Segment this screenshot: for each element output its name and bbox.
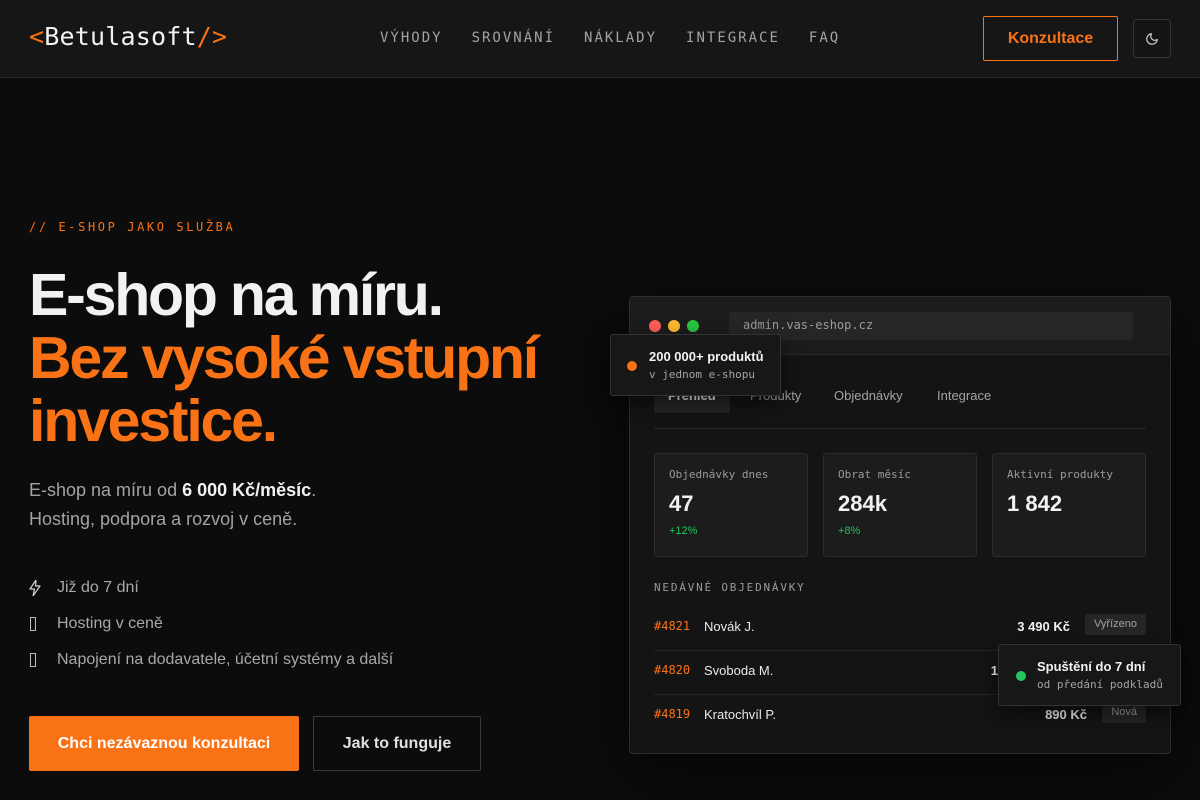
nav-link-srovnani[interactable]: SROVNÁNÍ (472, 30, 555, 46)
products-toast: 200 000+ produktů v jednom e-shopu (610, 334, 781, 396)
order-id: #4819 (654, 707, 691, 721)
top-navbar: <Betulasoft/> VÝHODY SROVNÁNÍ NÁKLADY IN… (0, 0, 1200, 78)
recent-orders-title: NEDÁVNÉ OBJEDNÁVKY (654, 581, 806, 594)
toast-subtitle: v jednom e-shopu (649, 368, 755, 381)
order-customer: Kratochvíl P. (704, 707, 777, 722)
stat-value: 1 842 (1007, 491, 1063, 516)
nav-link-naklady[interactable]: NÁKLADY (584, 30, 657, 46)
stat-card-orders-today: Objednávky dnes 47 +12% (654, 453, 808, 557)
theme-toggle-button[interactable] (1133, 19, 1171, 58)
feature-item: Napojení na dodavatele, účetní systémy a… (29, 642, 393, 678)
logo[interactable]: <Betulasoft/> (29, 22, 227, 51)
logo-open-bracket: < (29, 22, 45, 51)
status-dot (627, 361, 637, 371)
order-id: #4821 (654, 619, 691, 633)
stat-value: 47 (669, 491, 694, 516)
moon-icon (1146, 32, 1158, 45)
order-amount: 1 (990, 663, 998, 678)
free-consultation-button[interactable]: Chci nezávaznou konzultaci (29, 716, 299, 771)
window-close-dot (649, 320, 661, 332)
launch-toast: Spuštění do 7 dní od předání podkladů (998, 644, 1181, 706)
stat-value: 284k (838, 491, 887, 516)
stat-label: Obrat měsíc (838, 468, 911, 481)
subtitle-prefix: E-shop na míru od (29, 480, 183, 500)
hero-title-line-1: E-shop na míru. (29, 262, 444, 328)
tab-objednavky[interactable]: Objednávky (820, 381, 917, 413)
hero-title-line-2: Bez vysoké vstupní (29, 325, 539, 391)
status-badge: Vyřízeno (1084, 614, 1146, 635)
order-id: #4820 (654, 663, 691, 677)
nav-link-faq[interactable]: FAQ (809, 30, 840, 46)
order-amount: 3 490 Kč (1017, 619, 1070, 634)
order-customer: Svoboda M. (704, 663, 774, 678)
feature-item: Hosting v ceně (29, 606, 393, 642)
order-customer: Novák J. (704, 619, 755, 634)
stat-delta: +8% (838, 525, 861, 537)
tab-integrace[interactable]: Integrace (923, 381, 1005, 413)
hero-eyebrow: // E-SHOP JAKO SLUŽBA (29, 220, 236, 234)
order-amount: 890 Kč (1045, 707, 1087, 722)
address-bar[interactable]: admin.vas-eshop.cz (729, 312, 1133, 340)
box-icon (29, 653, 57, 667)
lightning-icon (29, 580, 57, 596)
feature-item: Již do 7 dní (29, 570, 393, 606)
toast-title: Spuštění do 7 dní (1037, 659, 1146, 674)
stat-label: Aktivní produkty (1007, 468, 1113, 481)
stat-card-active-products: Aktivní produkty 1 842 (992, 453, 1146, 557)
stat-delta: +12% (669, 525, 698, 537)
hero-title: E-shop na míru. Bez vysoké vstupní inves… (29, 262, 539, 454)
subtitle-line-2: Hosting, podpora a rozvoj v ceně. (29, 509, 298, 529)
main-nav: VÝHODY SROVNÁNÍ NÁKLADY INTEGRACE FAQ (380, 30, 840, 46)
subtitle-suffix: . (311, 480, 317, 500)
feature-label: Již do 7 dní (57, 579, 139, 596)
nav-link-vyhody[interactable]: VÝHODY (380, 30, 443, 46)
window-minimize-dot (668, 320, 680, 332)
toast-subtitle: od předání podkladů (1037, 678, 1163, 691)
feature-label: Napojení na dodavatele, účetní systémy a… (57, 651, 394, 668)
consultation-button[interactable]: Konzultace (983, 16, 1118, 61)
feature-list: Již do 7 dní Hosting v ceně Napojení na … (29, 570, 393, 678)
box-icon (29, 617, 57, 631)
stat-label: Objednávky dnes (669, 468, 769, 481)
feature-label: Hosting v ceně (57, 615, 163, 632)
subtitle-price: 6 000 Kč/měsíc (182, 480, 312, 500)
hero-subtitle: E-shop na míru od 6 000 Kč/měsíc. Hosting… (29, 476, 549, 534)
stat-card-monthly-revenue: Obrat měsíc 284k +8% (823, 453, 977, 557)
nav-link-integrace[interactable]: INTEGRACE (686, 30, 780, 46)
hero-title-line-3: investice. (29, 388, 278, 454)
logo-close-bracket: /> (196, 22, 228, 51)
how-it-works-button[interactable]: Jak to funguje (313, 716, 481, 771)
logo-name: Betulasoft (44, 22, 197, 51)
window-maximize-dot (687, 320, 699, 332)
status-dot (1016, 671, 1026, 681)
toast-title: 200 000+ produktů (649, 349, 764, 364)
